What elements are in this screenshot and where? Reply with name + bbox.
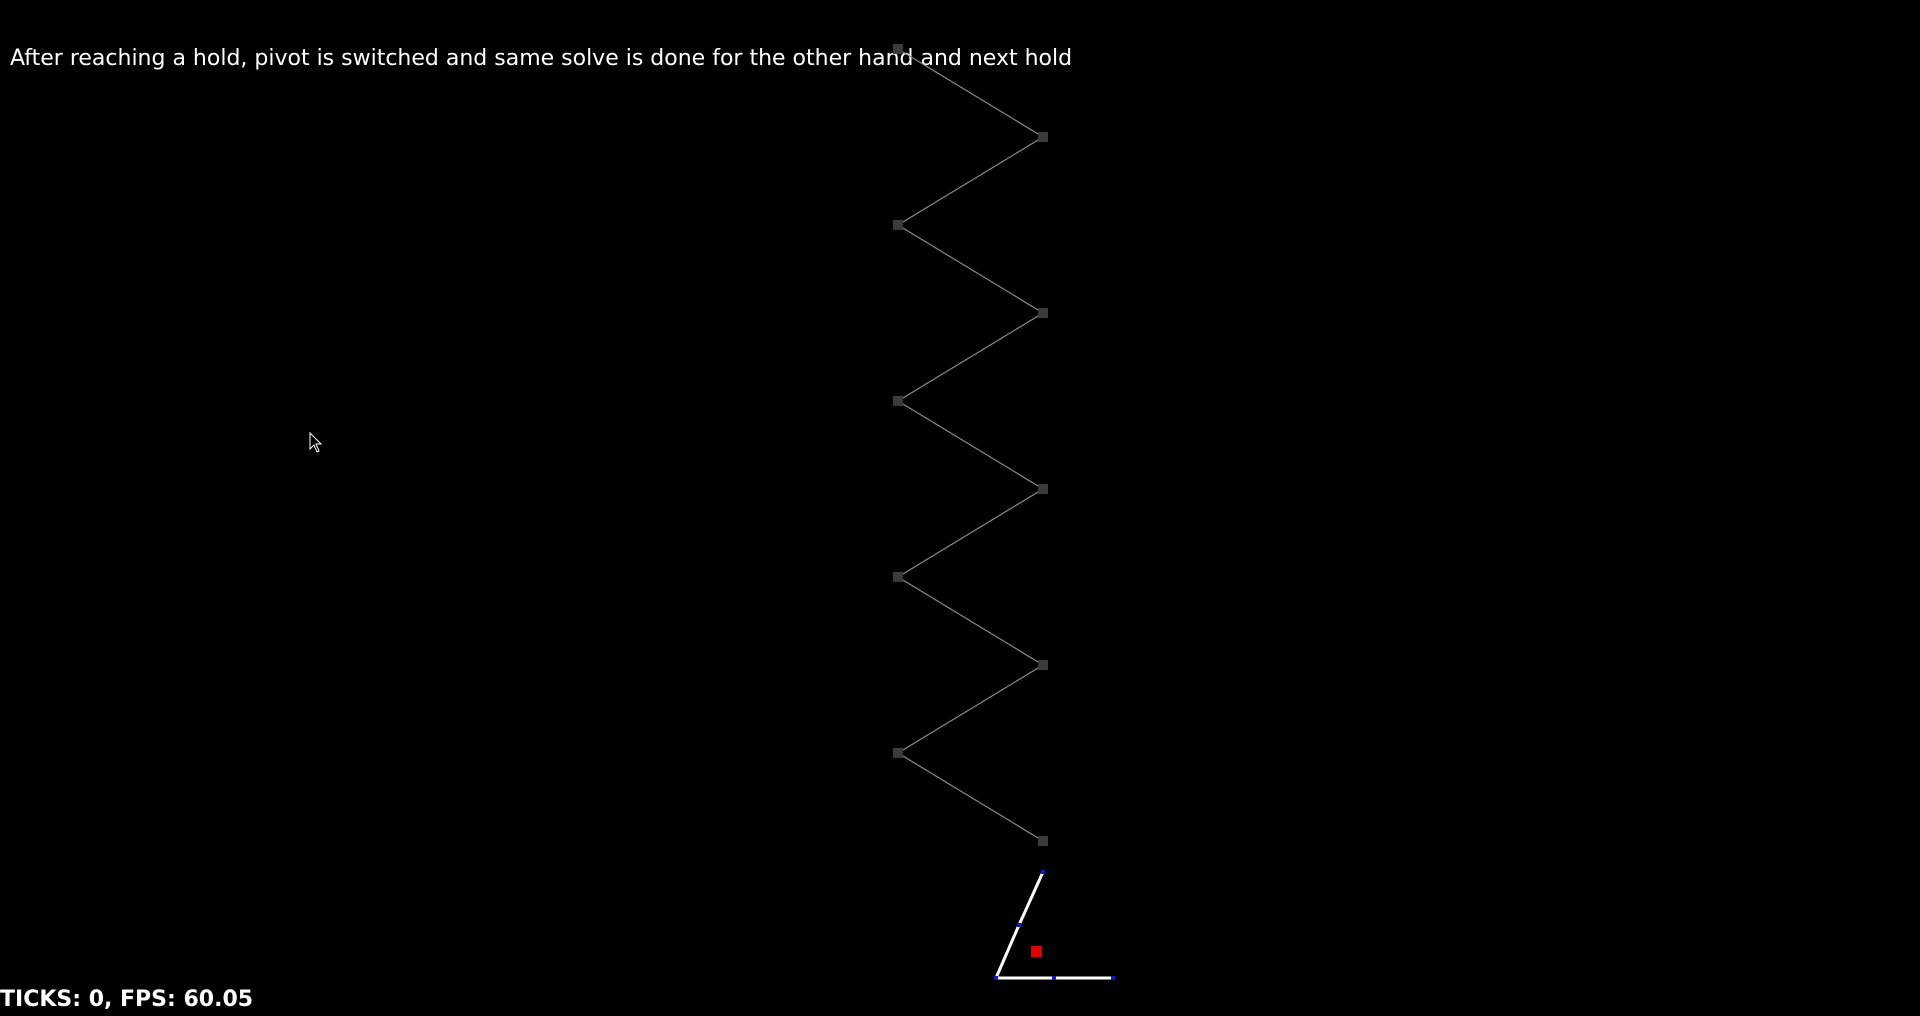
elbow-joint	[1017, 923, 1021, 927]
climbing-hold	[893, 220, 903, 230]
hand-joint	[1041, 870, 1045, 874]
climbing-hold	[1038, 660, 1048, 670]
route-segment	[897, 48, 1044, 138]
climbing-hold	[1038, 308, 1048, 318]
route-segment	[897, 224, 1044, 314]
climbing-hold	[893, 44, 903, 54]
ticks-fps-readout: TICKS: 0, FPS: 60.05	[0, 987, 254, 1012]
route-segment	[897, 312, 1044, 402]
climbing-hold	[1038, 836, 1048, 846]
game-canvas[interactable]: After reaching a hold, pivot is switched…	[0, 0, 1920, 1016]
mouse-pointer-icon	[309, 432, 323, 453]
climbing-hold	[893, 748, 903, 758]
route-segment	[897, 664, 1044, 754]
climbing-hold	[1038, 132, 1048, 142]
route-segment	[897, 488, 1044, 578]
ik-target-marker	[1031, 946, 1042, 957]
foot-joint	[1111, 976, 1115, 980]
climbing-scene	[893, 44, 1115, 980]
route-lines	[897, 48, 1044, 842]
route-segment	[897, 400, 1044, 490]
pivot-joint	[994, 976, 998, 980]
route-segment	[897, 752, 1044, 842]
climbing-hold	[893, 572, 903, 582]
route-segment	[897, 576, 1044, 666]
climbing-hold	[893, 396, 903, 406]
forearm-limb	[994, 924, 1021, 979]
climbing-hold	[1038, 484, 1048, 494]
climber-rig	[994, 870, 1115, 980]
knee-joint	[1052, 976, 1056, 980]
route-segment	[897, 136, 1044, 226]
upper-arm-limb	[1017, 871, 1045, 926]
